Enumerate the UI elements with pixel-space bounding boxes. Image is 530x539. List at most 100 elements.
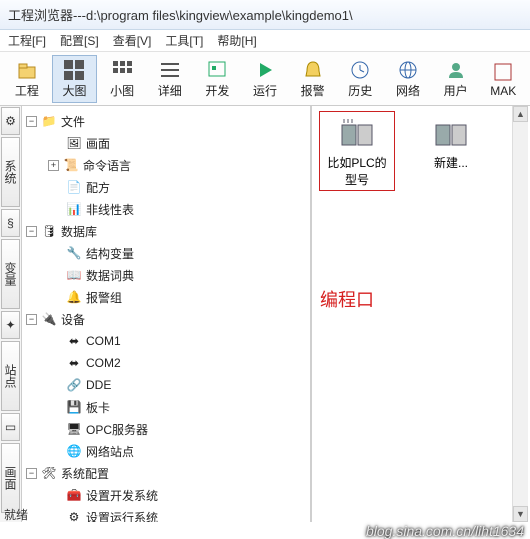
menu-bar: 工程[F] 配置[S] 查看[V] 工具[T] 帮助[H] xyxy=(0,30,530,52)
tb-develop-label: 开发 xyxy=(205,82,229,99)
vtab-variable[interactable]: 变量 xyxy=(1,239,20,309)
status-bar: 就绪 xyxy=(4,506,28,523)
tree-nonlinear[interactable]: 📊非线性表 xyxy=(22,198,310,220)
expand-icon[interactable]: + xyxy=(48,160,59,171)
tree-panel[interactable]: −📁文件 🖼画面 +📜命令语言 📄配方 📊非线性表 −🛢数据库 🔧结构变量 📖数… xyxy=(22,106,312,522)
tree-screen[interactable]: 🖼画面 xyxy=(22,132,310,154)
tree-com1[interactable]: ⬌COM1 xyxy=(22,330,310,352)
tree-device-label: 设备 xyxy=(61,311,85,328)
com-icon: ⬌ xyxy=(66,355,82,371)
item-plc-model[interactable]: 比如PLC的型号 xyxy=(322,114,392,188)
tree-sysconfig-label: 系统配置 xyxy=(61,465,109,482)
alarm-icon xyxy=(301,58,325,82)
title-bar: 工程浏览器---d:\program files\kingview\exampl… xyxy=(0,0,530,30)
tree-database[interactable]: −🛢数据库 xyxy=(22,220,310,242)
menu-view[interactable]: 查看[V] xyxy=(113,32,152,49)
recipe-icon: 📄 xyxy=(66,179,82,195)
tree-database-label: 数据库 xyxy=(61,223,97,240)
tree-cmdlang[interactable]: +📜命令语言 xyxy=(22,154,310,176)
tree-datadict-label: 数据词典 xyxy=(86,267,134,284)
tb-run[interactable]: 运行 xyxy=(242,55,288,103)
vtab-system[interactable]: 系统 xyxy=(1,137,20,207)
device-item-icon xyxy=(339,118,375,150)
script-icon: 📜 xyxy=(63,157,79,173)
tree-dde[interactable]: 🔗DDE xyxy=(22,374,310,396)
menu-project[interactable]: 工程[F] xyxy=(8,32,46,49)
tree-structvar[interactable]: 🔧结构变量 xyxy=(22,242,310,264)
tb-detail-label: 详细 xyxy=(158,82,182,99)
vtab-variable-icon[interactable]: § xyxy=(1,209,20,237)
item-new[interactable]: 新建... xyxy=(416,114,486,188)
tb-history[interactable]: 历史 xyxy=(337,55,383,103)
item-new-label: 新建... xyxy=(416,154,486,171)
tb-develop[interactable]: 开发 xyxy=(195,55,241,103)
menu-config[interactable]: 配置[S] xyxy=(60,32,99,49)
scroll-up-icon[interactable]: ▲ xyxy=(513,106,528,122)
menu-help[interactable]: 帮助[H] xyxy=(217,32,256,49)
tb-user-label: 用户 xyxy=(444,82,468,99)
tb-large-icon[interactable]: 大图 xyxy=(52,55,98,103)
tb-project[interactable]: 工程 xyxy=(4,55,50,103)
com-icon: ⬌ xyxy=(66,333,82,349)
tree-alarmgroup[interactable]: 🔔报警组 xyxy=(22,286,310,308)
collapse-icon[interactable]: − xyxy=(26,314,37,325)
tree-devsys[interactable]: 🧰设置开发系统 xyxy=(22,484,310,506)
tree-opc-label: OPC服务器 xyxy=(86,421,148,438)
detail-icon xyxy=(158,58,182,82)
scroll-down-icon[interactable]: ▼ xyxy=(513,506,528,522)
vtab-screen-icon[interactable]: ▭ xyxy=(1,413,20,441)
main-area: ⚙ 系统 § 变量 ✦ 站点 ▭ 画面 −📁文件 🖼画面 +📜命令语言 📄配方 … xyxy=(0,106,530,522)
vtab-screen[interactable]: 画面 xyxy=(1,443,20,513)
device-icon: 🔌 xyxy=(41,311,57,327)
tree-runsys[interactable]: ⚙设置运行系统 xyxy=(22,506,310,522)
tb-user[interactable]: 用户 xyxy=(433,55,479,103)
tb-make[interactable]: MAK xyxy=(480,55,526,103)
tree-files[interactable]: −📁文件 xyxy=(22,110,310,132)
tree-opc[interactable]: 🖥OPC服务器 xyxy=(22,418,310,440)
sysconfig-icon: 🛠 xyxy=(41,465,57,481)
tree-datadict[interactable]: 📖数据词典 xyxy=(22,264,310,286)
tree-netsite[interactable]: 🌐网络站点 xyxy=(22,440,310,462)
tb-small-label: 小图 xyxy=(110,82,134,99)
collapse-icon[interactable]: − xyxy=(26,468,37,479)
user-icon xyxy=(444,58,468,82)
tb-run-label: 运行 xyxy=(253,82,277,99)
tree-devsys-label: 设置开发系统 xyxy=(86,487,158,504)
devsys-icon: 🧰 xyxy=(66,487,82,503)
netsite-icon: 🌐 xyxy=(66,443,82,459)
tb-small-icon[interactable]: 小图 xyxy=(99,55,145,103)
menu-tools[interactable]: 工具[T] xyxy=(165,32,203,49)
alarmgroup-icon: 🔔 xyxy=(66,289,82,305)
tree-device[interactable]: −🔌设备 xyxy=(22,308,310,330)
tb-project-label: 工程 xyxy=(15,82,39,99)
tree-sysconfig[interactable]: −🛠系统配置 xyxy=(22,462,310,484)
tb-network[interactable]: 网络 xyxy=(385,55,431,103)
content-items: 比如PLC的型号 新建... xyxy=(312,106,530,196)
tree-com2[interactable]: ⬌COM2 xyxy=(22,352,310,374)
watermark-blog: blog.sina.com.cn/liht1634 xyxy=(366,523,524,539)
tb-detail[interactable]: 详细 xyxy=(147,55,193,103)
dde-icon: 🔗 xyxy=(66,377,82,393)
toolbar: 工程 大图 小图 详细 开发 运行 报警 历史 网络 用户 MAK xyxy=(0,52,530,106)
vtab-site[interactable]: 站点 xyxy=(1,341,20,411)
dict-icon: 📖 xyxy=(66,267,82,283)
develop-icon xyxy=(205,58,229,82)
window-title: 工程浏览器---d:\program files\kingview\exampl… xyxy=(8,5,353,24)
vtab-system-icon[interactable]: ⚙ xyxy=(1,107,20,135)
tree-alarmgroup-label: 报警组 xyxy=(86,289,122,306)
collapse-icon[interactable]: − xyxy=(26,226,37,237)
tree-nonlinear-label: 非线性表 xyxy=(86,201,134,218)
tb-network-label: 网络 xyxy=(396,82,420,99)
struct-icon: 🔧 xyxy=(66,245,82,261)
board-icon: 💾 xyxy=(66,399,82,415)
vtab-site-icon[interactable]: ✦ xyxy=(1,311,20,339)
tree-recipe[interactable]: 📄配方 xyxy=(22,176,310,198)
tree-board[interactable]: 💾板卡 xyxy=(22,396,310,418)
annotation-text: 编程口 xyxy=(320,286,374,312)
collapse-icon[interactable]: − xyxy=(26,116,37,127)
network-icon xyxy=(396,58,420,82)
scrollbar[interactable]: ▲ ▼ xyxy=(512,106,528,522)
tb-alarm[interactable]: 报警 xyxy=(290,55,336,103)
make-icon xyxy=(491,60,515,84)
item-plc-label: 比如PLC的型号 xyxy=(322,154,392,188)
